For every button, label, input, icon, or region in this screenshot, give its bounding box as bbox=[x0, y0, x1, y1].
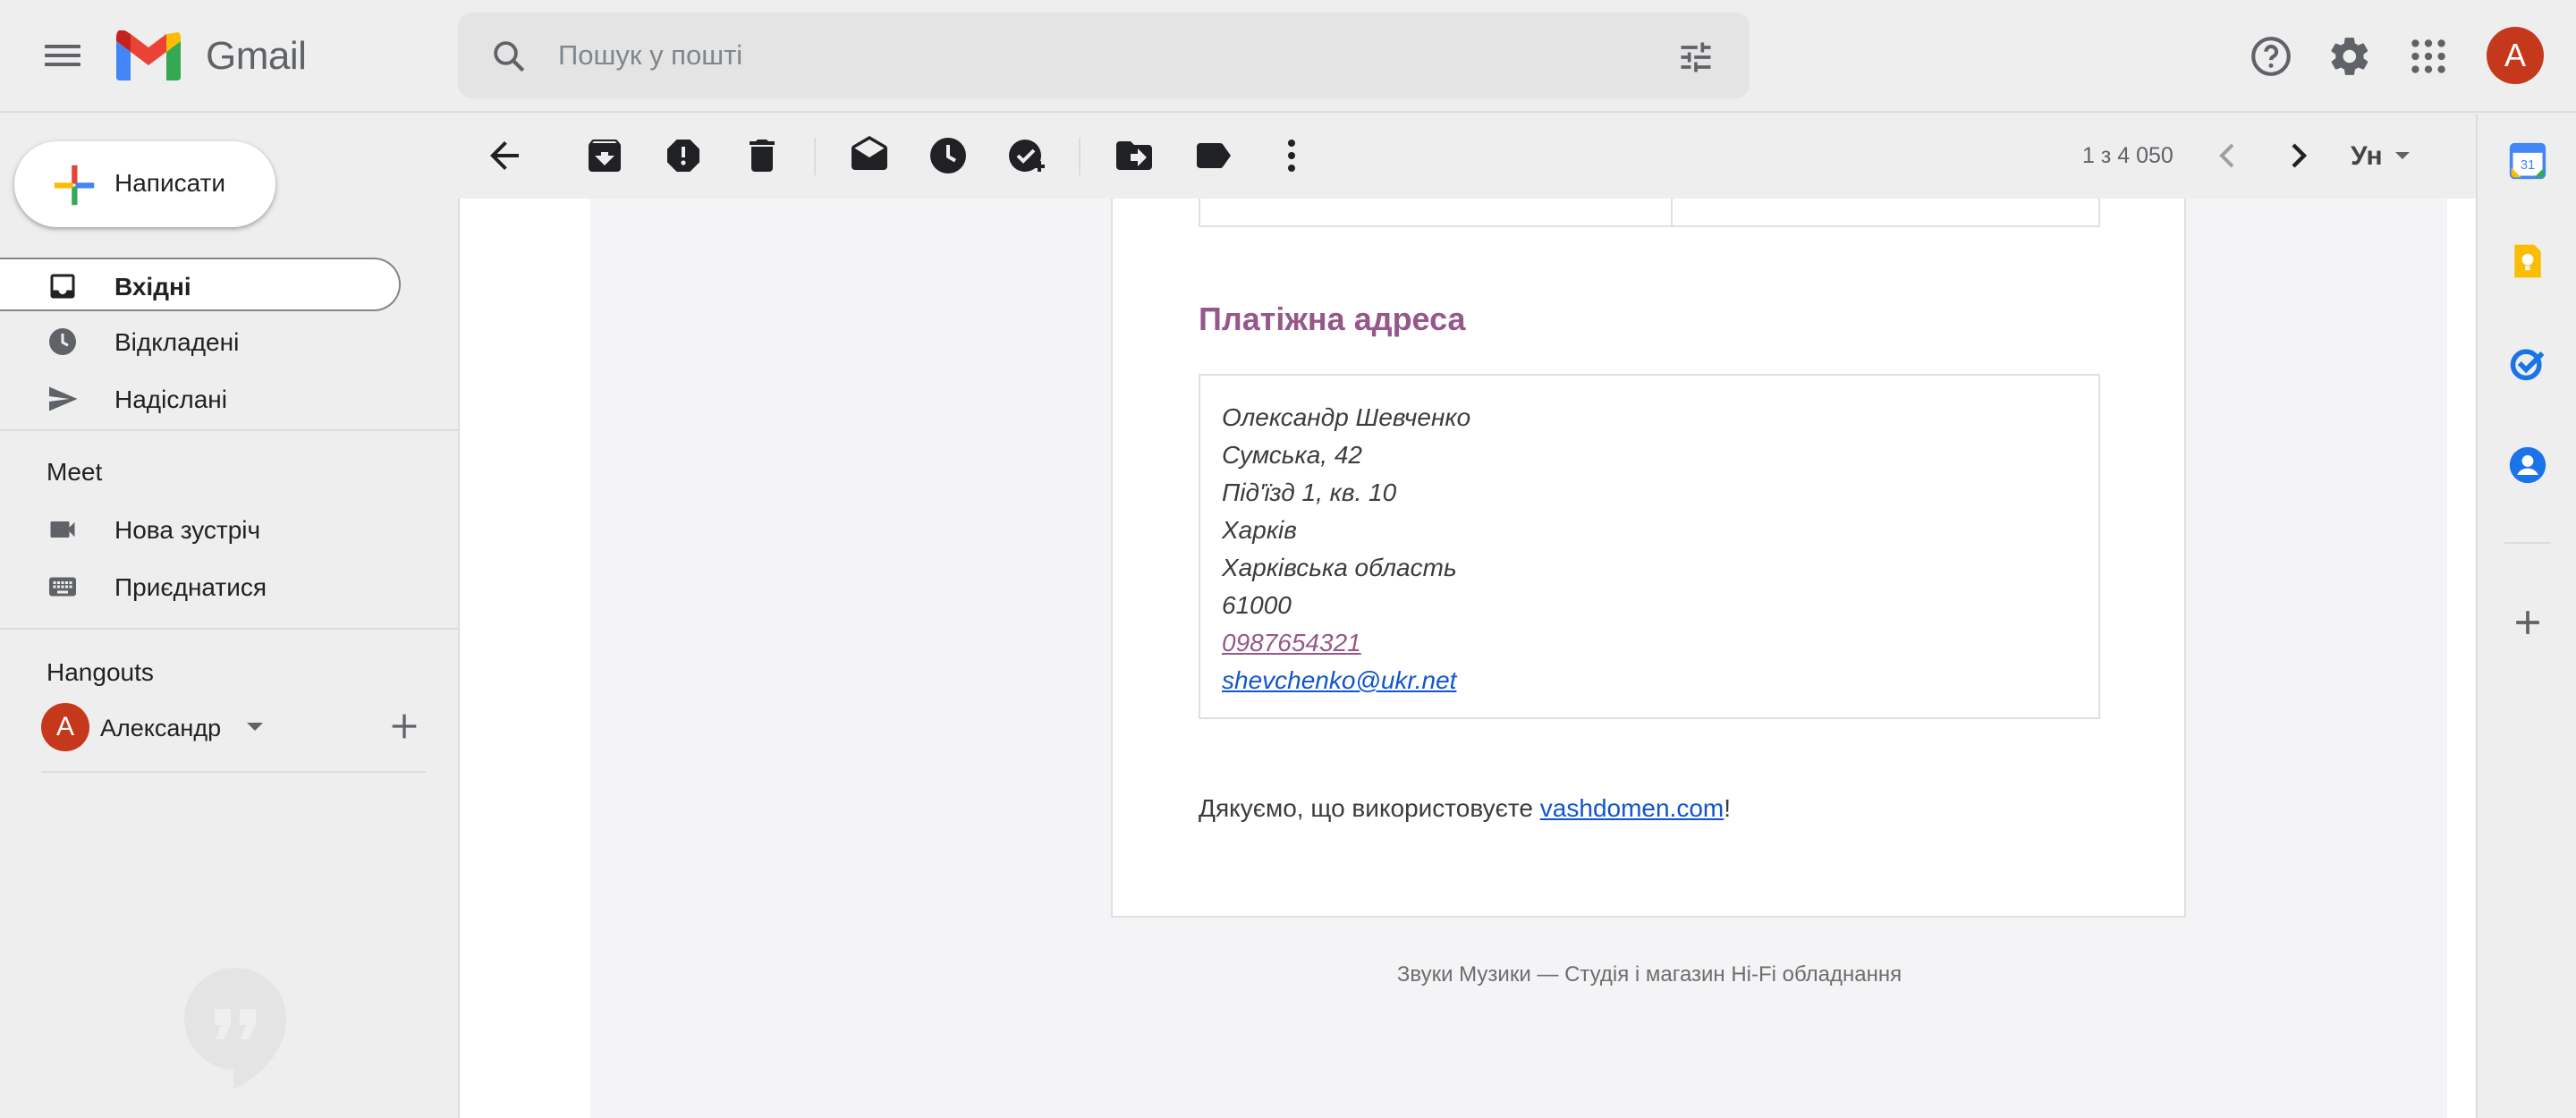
report-spam-button[interactable] bbox=[662, 134, 705, 177]
contacts-icon[interactable] bbox=[2508, 445, 2547, 485]
chevron-left-icon bbox=[2219, 143, 2234, 168]
nav-item-label: Вхідні bbox=[114, 273, 191, 301]
nav-item-label: Нова зустріч bbox=[114, 516, 261, 544]
app-name: Gmail bbox=[206, 34, 307, 78]
order-table-bottom bbox=[1199, 199, 2100, 227]
table-divider bbox=[1671, 199, 1673, 225]
inbox-icon bbox=[50, 274, 75, 299]
label-icon bbox=[1197, 143, 1231, 168]
address-line: Олександр Шевченко bbox=[1222, 403, 1471, 431]
spam-icon bbox=[667, 140, 699, 172]
mark-unread-icon bbox=[852, 136, 887, 170]
address-line: Харків bbox=[1222, 516, 1297, 544]
settings-gear-icon[interactable] bbox=[2327, 34, 2372, 79]
compose-plus-icon bbox=[54, 165, 95, 206]
phone-link[interactable]: 0987654321 bbox=[1222, 624, 2077, 662]
nav-item-join-meeting[interactable]: Приєднатися bbox=[0, 560, 401, 614]
snooze-button[interactable] bbox=[927, 134, 970, 177]
side-panel: 31 bbox=[2476, 114, 2576, 1118]
search-bar bbox=[458, 13, 1750, 98]
hangouts-section-title: Hangouts bbox=[47, 658, 154, 686]
help-icon[interactable] bbox=[2249, 34, 2293, 79]
search-options-icon[interactable] bbox=[1676, 38, 1716, 77]
search-icon[interactable] bbox=[490, 38, 528, 75]
add-icon[interactable] bbox=[386, 708, 422, 744]
address-line: Сумська, 42 bbox=[1222, 441, 1363, 469]
delete-button[interactable] bbox=[741, 134, 784, 177]
more-options-button[interactable] bbox=[1270, 134, 1313, 177]
svg-text:31: 31 bbox=[2521, 158, 2535, 173]
mark-unread-button[interactable] bbox=[848, 134, 891, 177]
nav-divider bbox=[0, 628, 458, 630]
address-line: Харківська область bbox=[1222, 554, 1457, 581]
labels-button[interactable] bbox=[1191, 134, 1234, 177]
nav-item-snoozed[interactable]: Відкладені bbox=[0, 315, 401, 368]
tasks-icon[interactable] bbox=[2508, 343, 2547, 383]
archive-button[interactable] bbox=[583, 134, 626, 177]
email-background: Платіжна адреса Олександр Шевченко Сумсь… bbox=[590, 199, 2447, 1118]
thanks-text: Дякуємо, що використовуєте vashdomen.com… bbox=[1199, 794, 1731, 823]
message-toolbar: 1 з 4 050 Ун bbox=[458, 114, 2476, 199]
add-to-tasks-button[interactable] bbox=[1005, 134, 1048, 177]
thanks-prefix: Дякуємо, що використовуєте bbox=[1199, 794, 1540, 822]
pagination-text: 1 з 4 050 bbox=[2082, 143, 2174, 168]
archive-icon bbox=[589, 140, 621, 172]
message-view: Платіжна адреса Олександр Шевченко Сумсь… bbox=[458, 199, 2476, 1118]
send-icon bbox=[49, 386, 78, 411]
nav-item-label: Відкладені bbox=[114, 328, 240, 356]
calendar-icon[interactable]: 31 bbox=[2508, 141, 2547, 181]
hangouts-user-name: Александр bbox=[100, 715, 222, 741]
add-addon-icon[interactable] bbox=[2508, 603, 2547, 642]
email-card: Платіжна адреса Олександр Шевченко Сумсь… bbox=[1111, 199, 2186, 918]
nav-item-label: Приєднатися bbox=[114, 573, 267, 601]
toolbar-divider bbox=[814, 138, 816, 175]
move-to-icon bbox=[1116, 141, 1152, 170]
nav-divider bbox=[0, 429, 458, 431]
email-footer-note: Звуки Музики — Студія і магазин Hi-Fi об… bbox=[1396, 962, 1902, 987]
gmail-logo-icon[interactable] bbox=[114, 30, 182, 80]
chevron-down-icon[interactable] bbox=[247, 723, 263, 731]
nav-divider bbox=[41, 771, 426, 773]
nav-item-label: Надіслані bbox=[114, 385, 227, 413]
search-input[interactable] bbox=[558, 32, 1542, 79]
toolbar-divider bbox=[1079, 138, 1080, 175]
video-icon bbox=[50, 521, 75, 538]
email-link[interactable]: shevchenko@ukr.net bbox=[1222, 662, 2077, 699]
move-to-button[interactable] bbox=[1113, 134, 1156, 177]
more-vert-icon bbox=[1288, 140, 1295, 172]
website-link[interactable]: vashdomen.com bbox=[1540, 794, 1724, 822]
chevron-down-icon[interactable] bbox=[2395, 152, 2410, 159]
trash-icon bbox=[750, 140, 775, 172]
billing-address-title: Платіжна адреса bbox=[1199, 301, 1466, 337]
clock-icon bbox=[49, 328, 76, 355]
top-header: Gmail A bbox=[0, 0, 2576, 113]
clock-icon bbox=[930, 138, 966, 174]
nav-item-new-meeting[interactable]: Нова зустріч bbox=[0, 503, 401, 556]
hangouts-quote-icon bbox=[183, 968, 286, 1089]
apps-grid-icon[interactable] bbox=[2406, 34, 2451, 79]
compose-label: Написати bbox=[114, 169, 226, 197]
back-button[interactable] bbox=[483, 134, 526, 177]
keep-icon[interactable] bbox=[2508, 241, 2547, 281]
compose-button[interactable]: Написати bbox=[14, 141, 275, 227]
newer-button[interactable] bbox=[2206, 134, 2249, 177]
chevron-right-icon bbox=[2292, 143, 2308, 168]
older-button[interactable] bbox=[2277, 134, 2320, 177]
account-avatar[interactable]: A bbox=[2487, 27, 2544, 84]
keyboard-icon bbox=[49, 577, 76, 597]
input-language-selector[interactable]: Ун bbox=[2351, 141, 2383, 172]
main-menu-icon[interactable] bbox=[45, 39, 80, 75]
nav-item-sent[interactable]: Надіслані bbox=[0, 372, 401, 426]
thanks-suffix: ! bbox=[1724, 794, 1732, 822]
nav-item-inbox[interactable]: Вхідні bbox=[0, 258, 401, 311]
avatar: A bbox=[41, 703, 89, 751]
add-task-icon bbox=[1009, 140, 1045, 172]
address-line: Під'їзд 1, кв. 10 bbox=[1222, 479, 1397, 506]
meet-section-title: Meet bbox=[47, 458, 103, 486]
side-panel-divider bbox=[2504, 542, 2551, 544]
arrow-back-icon bbox=[490, 141, 519, 170]
hangouts-user[interactable]: A Александр bbox=[41, 703, 417, 753]
billing-address-box: Олександр Шевченко Сумська, 42 Під'їзд 1… bbox=[1199, 374, 2100, 719]
address-line: 61000 bbox=[1222, 591, 1292, 619]
